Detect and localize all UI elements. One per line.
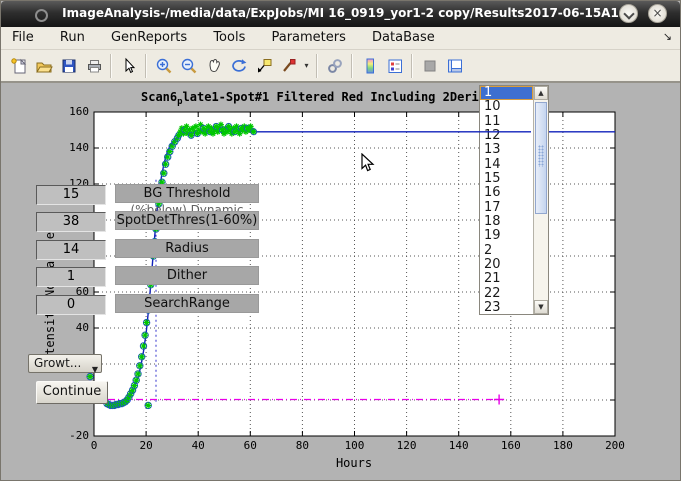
menu-database[interactable]: DataBase (361, 27, 446, 49)
listbox-item-23[interactable]: 23 (480, 301, 533, 314)
x-tick-label: 80 (282, 439, 322, 452)
x-tick-label: 140 (439, 439, 479, 452)
listbox-item-10[interactable]: 10 (480, 100, 533, 114)
brush-icon[interactable] (276, 53, 301, 78)
menu-bar: File Run GenReports Tools Parameters Dat… (1, 27, 680, 50)
menu-file[interactable]: File (1, 27, 45, 49)
figure-toolbar: ▾ (1, 50, 680, 83)
scroll-down-icon[interactable]: ▼ (534, 300, 548, 314)
spotdetthres-button[interactable]: SpotDetThres(1-60%) (115, 211, 259, 230)
scroll-up-icon[interactable]: ▲ (534, 86, 548, 100)
listbox-item-16[interactable]: 16 (480, 186, 533, 200)
x-tick-label: 40 (178, 439, 218, 452)
x-tick-label: 120 (387, 439, 427, 452)
scrollbar-thumb[interactable] (535, 102, 547, 214)
toolbar-separator (411, 54, 413, 78)
toolbar-separator (316, 54, 318, 78)
insert-colorbar-icon[interactable] (357, 53, 382, 78)
pointer-icon[interactable] (116, 53, 141, 78)
hide-plot-tools-icon[interactable] (417, 53, 442, 78)
window-title: ImageAnalysis-/media/data/ExpJobs/MI 16_… (1, 6, 680, 20)
new-file-icon[interactable] (6, 53, 31, 78)
x-tick-label: 160 (491, 439, 531, 452)
show-plot-tools-icon[interactable] (442, 53, 467, 78)
chevron-down-icon (623, 8, 634, 19)
pan-hand-icon[interactable] (201, 53, 226, 78)
zoom-out-icon[interactable] (176, 53, 201, 78)
x-tick-label: 20 (126, 439, 166, 452)
listbox-items: 110111213141516171819220212223 (480, 86, 533, 314)
open-file-icon[interactable] (31, 53, 56, 78)
brush-dropdown-caret[interactable]: ▾ (301, 53, 312, 78)
listbox-item-15[interactable]: 15 (480, 172, 533, 186)
chevron-down-icon: ▼ (92, 361, 98, 378)
listbox-item-2[interactable]: 2 (480, 244, 533, 258)
radius-button[interactable]: Radius (115, 239, 259, 258)
app-window: ImageAnalysis-/media/data/ExpJobs/MI 16_… (0, 0, 681, 481)
bg-threshold-subtext: (%below) Dynamic (115, 203, 259, 211)
save-icon[interactable] (56, 53, 81, 78)
data-cursor-icon[interactable] (251, 53, 276, 78)
y-tick-label: 140 (47, 141, 89, 154)
y-tick-label: -20 (47, 429, 89, 442)
dither-field[interactable]: 1 (36, 267, 106, 287)
bg-threshold-field[interactable]: 15 (36, 185, 106, 205)
spot-number-listbox[interactable]: 110111213141516171819220212223 ▲ ▼ (479, 85, 549, 315)
insert-legend-icon[interactable] (382, 53, 407, 78)
x-tick-label: 180 (543, 439, 583, 452)
menu-tools[interactable]: Tools (202, 27, 256, 49)
listbox-item-1[interactable]: 1 (480, 86, 533, 100)
growth-mode-dropdown[interactable]: Growt...▼ (28, 354, 102, 373)
listbox-item-11[interactable]: 11 (480, 115, 533, 129)
listbox-item-20[interactable]: 20 (480, 258, 533, 272)
x-axis-label: Hours (314, 456, 394, 470)
title-bar[interactable]: ImageAnalysis-/media/data/ExpJobs/MI 16_… (1, 1, 680, 27)
link-plots-icon[interactable] (322, 53, 347, 78)
close-window-button[interactable]: × (648, 4, 667, 23)
listbox-item-17[interactable]: 17 (480, 201, 533, 215)
x-tick-label: 200 (595, 439, 635, 452)
listbox-item-13[interactable]: 13 (480, 143, 533, 157)
zoom-in-icon[interactable] (151, 53, 176, 78)
listbox-scrollbar[interactable]: ▲ ▼ (533, 86, 548, 314)
toolbar-separator (110, 54, 112, 78)
plot-title: Scan6plate1-Spot#1 Filtered Red Includin… (141, 90, 515, 104)
listbox-item-19[interactable]: 19 (480, 229, 533, 243)
searchrange-button[interactable]: SearchRange (115, 294, 259, 313)
listbox-item-22[interactable]: 22 (480, 287, 533, 301)
print-icon[interactable] (81, 53, 106, 78)
bg-threshold-button[interactable]: BG Threshold (115, 184, 259, 203)
radius-field[interactable]: 14 (36, 240, 106, 260)
menu-run[interactable]: Run (49, 27, 96, 49)
toolbar-separator (351, 54, 353, 78)
continue-button[interactable]: Continue (36, 381, 108, 404)
listbox-item-21[interactable]: 21 (480, 272, 533, 286)
toolbar-separator (145, 54, 147, 78)
listbox-item-12[interactable]: 12 (480, 129, 533, 143)
shade-window-button[interactable] (619, 4, 638, 23)
spotdetthres-field[interactable]: 38 (36, 212, 106, 232)
searchrange-field[interactable]: 0 (36, 295, 106, 315)
listbox-item-18[interactable]: 18 (480, 215, 533, 229)
menu-parameters[interactable]: Parameters (260, 27, 356, 49)
menu-overflow-icon[interactable]: ↘ (663, 30, 672, 43)
dither-button[interactable]: Dither (115, 266, 259, 285)
y-tick-label: 160 (47, 105, 89, 118)
rotate-3d-icon[interactable] (226, 53, 251, 78)
menu-genreports[interactable]: GenReports (100, 27, 198, 49)
listbox-item-14[interactable]: 14 (480, 158, 533, 172)
x-tick-label: 100 (335, 439, 375, 452)
x-tick-label: 60 (230, 439, 270, 452)
